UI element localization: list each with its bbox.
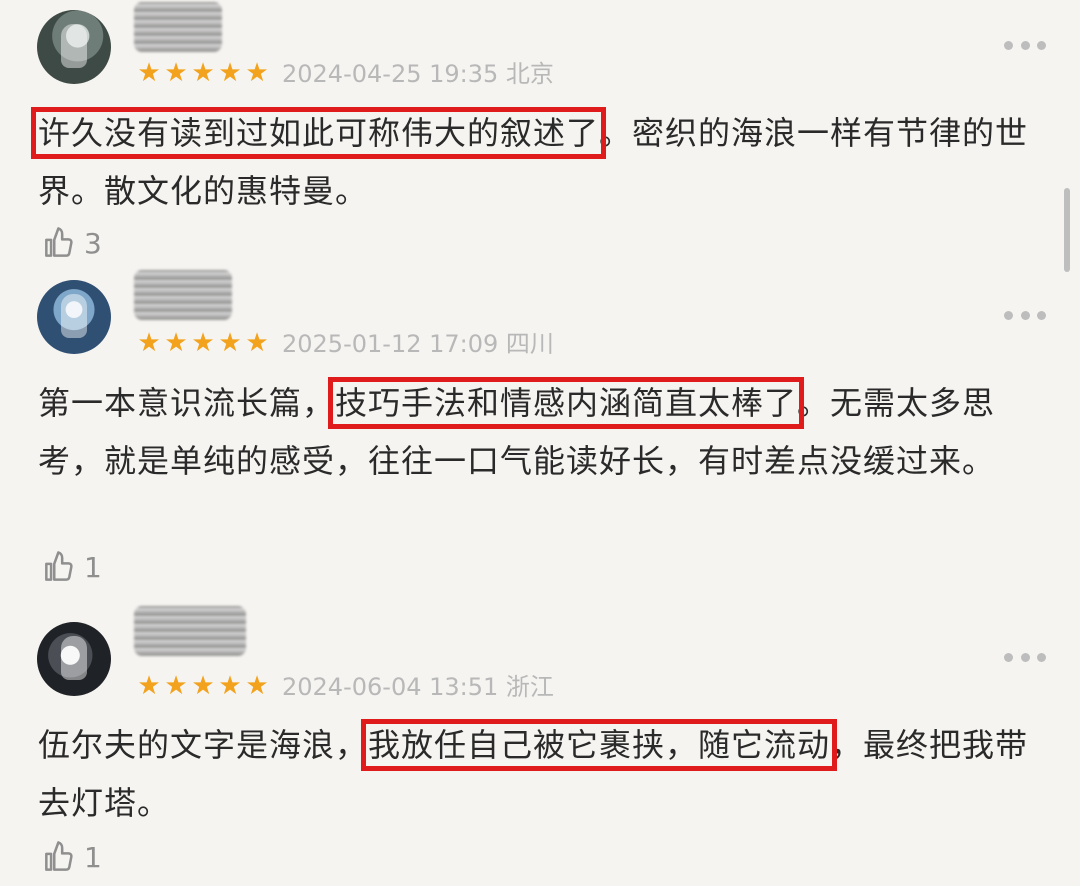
- rating-stars: ★ ★ ★ ★ ★: [136, 673, 270, 699]
- star-icon: ★: [245, 671, 269, 701]
- more-options-button[interactable]: [1004, 310, 1046, 320]
- star-icon: ★: [218, 58, 242, 88]
- star-icon: ★: [218, 671, 242, 701]
- thumb-up-icon: [45, 841, 73, 871]
- star-icon: ★: [164, 58, 188, 88]
- scrollbar[interactable]: [1064, 188, 1070, 272]
- review-meta: 2024-04-25 19:35 北京: [282, 60, 554, 88]
- review-text: 第一本意识流长篇，技巧手法和情感内涵简直太棒了。无需太多思考，就是单纯的感受，往…: [38, 374, 1038, 490]
- comment-list: ★ ★ ★ ★ ★ 2024-04-25 19:35 北京 许久没有读到过如此可…: [0, 0, 1080, 886]
- like-count: 3: [84, 226, 102, 260]
- review-text: 伍尔夫的文字是海浪，我放任自己被它裹挟，随它流动，最终把我带去灯塔。: [38, 716, 1038, 832]
- avatar-figure: [61, 24, 87, 68]
- more-options-button[interactable]: [1004, 40, 1046, 50]
- star-icon: ★: [191, 58, 215, 88]
- star-icon: ★: [245, 58, 269, 88]
- thumb-up-icon: [45, 227, 73, 257]
- dot: [1020, 652, 1030, 662]
- highlighted-text: 技巧手法和情感内涵简直太棒了: [328, 377, 805, 429]
- avatar-figure: [61, 294, 87, 338]
- star-icon: ★: [137, 671, 161, 701]
- star-icon: ★: [191, 328, 215, 358]
- review-meta: 2024-06-04 13:51 浙江: [282, 673, 554, 701]
- highlighted-text: 我放任自己被它裹挟，随它流动: [361, 719, 838, 771]
- star-icon: ★: [164, 328, 188, 358]
- dot: [1004, 652, 1013, 662]
- rating-stars: ★ ★ ★ ★ ★: [136, 330, 270, 356]
- highlighted-text: 许久没有读到过如此可称伟大的叙述了: [30, 107, 607, 159]
- user-avatar[interactable]: [37, 10, 111, 84]
- blurred-username: [134, 2, 222, 52]
- dot: [1004, 40, 1013, 50]
- avatar-figure: [61, 636, 87, 680]
- dot: [1037, 40, 1046, 50]
- star-icon: ★: [137, 58, 161, 88]
- like-button[interactable]: 1: [40, 838, 102, 876]
- review-text: 许久没有读到过如此可称伟大的叙述了。密织的海浪一样有节律的世界。散文化的惠特曼。: [30, 104, 1038, 220]
- like-count: 1: [84, 550, 102, 584]
- review-text-before: 第一本意识流长篇，: [38, 384, 336, 422]
- like-count: 1: [84, 840, 102, 874]
- review-text-before: 伍尔夫的文字是海浪，: [38, 726, 369, 764]
- rating-stars: ★ ★ ★ ★ ★: [136, 60, 270, 86]
- star-icon: ★: [191, 671, 215, 701]
- blurred-username: [134, 270, 232, 320]
- dot: [1004, 310, 1013, 320]
- star-icon: ★: [245, 328, 269, 358]
- star-icon: ★: [164, 671, 188, 701]
- review-meta: 2025-01-12 17:09 四川: [282, 330, 554, 358]
- dot: [1020, 310, 1030, 320]
- star-icon: ★: [137, 328, 161, 358]
- thumb-up-icon: [45, 551, 73, 581]
- dot: [1037, 652, 1046, 662]
- like-button[interactable]: 3: [40, 224, 102, 262]
- blurred-username: [134, 606, 246, 656]
- star-icon: ★: [218, 328, 242, 358]
- user-avatar[interactable]: [37, 622, 111, 696]
- user-avatar[interactable]: [37, 280, 111, 354]
- more-options-button[interactable]: [1004, 652, 1046, 662]
- dot: [1037, 310, 1046, 320]
- dot: [1020, 40, 1030, 50]
- like-button[interactable]: 1: [40, 548, 102, 586]
